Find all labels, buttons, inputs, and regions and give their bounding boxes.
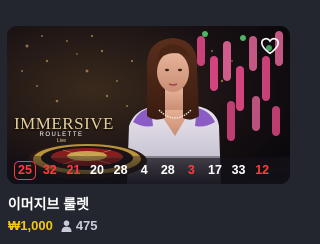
- result-number: 33: [231, 162, 246, 177]
- result-number: 20: [90, 162, 104, 177]
- result-number: 28: [113, 162, 128, 177]
- heart-outline-icon: [260, 37, 280, 55]
- result-number: 32: [42, 162, 57, 177]
- recent-results: 25 32 21 20 28 4 28 3 17 33 12: [7, 156, 290, 184]
- person-icon: [61, 219, 72, 232]
- result-number: 25: [14, 160, 36, 180]
- game-title[interactable]: 이머지브 룰렛: [8, 194, 89, 214]
- logo-title: IMMERSIVE: [14, 114, 114, 133]
- game-logo: IMMERSIVE ROULETTE Live: [14, 114, 114, 144]
- min-bet: ₩1,000: [8, 218, 53, 233]
- favorite-button[interactable]: [259, 35, 281, 57]
- result-number: 4: [140, 162, 148, 177]
- player-count: 475: [61, 218, 98, 233]
- game-thumbnail[interactable]: IMMERSIVE ROULETTE Live 25 32 21 20 28 4 28 3 17…: [7, 26, 290, 184]
- game-meta: ₩1,000 475: [8, 218, 98, 233]
- result-number: 12: [255, 162, 270, 177]
- logo-live: Live: [56, 138, 67, 144]
- result-number: 21: [66, 162, 81, 177]
- result-number: 28: [160, 162, 175, 177]
- result-number: 17: [208, 162, 222, 177]
- game-card[interactable]: IMMERSIVE ROULETTE Live 25 32 21 20 28 4 28 3 17…: [0, 0, 297, 244]
- result-number: 3: [187, 162, 195, 177]
- players-value: 475: [75, 218, 98, 233]
